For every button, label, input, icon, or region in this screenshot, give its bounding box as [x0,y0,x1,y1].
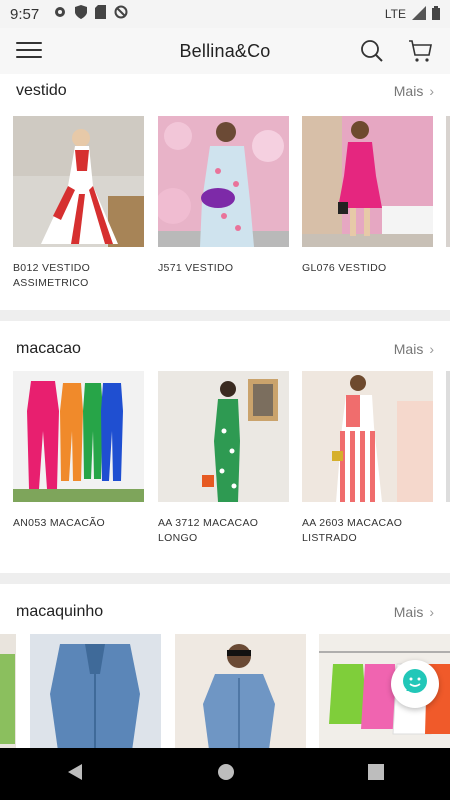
chat-button[interactable] [391,660,439,708]
product-name: AA 3712 MACACAO LONGO [158,517,259,544]
product-image [0,634,16,748]
status-bar: 9:57 LTE [0,0,450,28]
cart-icon[interactable] [407,38,433,64]
more-link[interactable]: Mais › [394,604,434,620]
recents-icon[interactable] [367,763,384,785]
product-card[interactable]: AN053 MACACÃO [13,371,144,531]
product-image [175,634,306,748]
product-image [30,634,161,748]
chevron-right-icon: › [429,83,434,99]
section-vestido: vestido Mais › B012 VESTIDO ASSIMETRICO … [0,74,450,310]
product-card[interactable]: AA 2603 MACACAO LISTRADO [302,371,433,546]
product-card[interactable] [446,371,450,502]
product-image [446,371,450,502]
back-icon[interactable] [66,763,84,786]
home-icon[interactable] [217,763,235,786]
product-image [446,116,450,247]
product-card[interactable] [30,634,161,748]
product-card[interactable] [446,116,450,247]
product-card[interactable]: AA 3712 MACACAO LONGO [158,371,289,546]
section-title: macacao [16,340,81,357]
section-title: macaquinho [16,603,104,620]
signal-icon [412,5,426,23]
battery-icon [432,5,440,23]
product-card[interactable] [175,634,306,748]
app-header: Bellina&Co [0,28,450,74]
product-name: B012 VESTIDO ASSIMETRICO [13,262,91,289]
sd-card-icon [95,5,107,23]
shield-icon [75,5,88,23]
product-image [13,116,144,247]
product-card[interactable]: B012 VESTIDO ASSIMETRICO [13,116,144,291]
product-name: AN053 MACACÃO [13,517,106,529]
product-image [158,116,289,247]
chevron-right-icon: › [429,604,434,620]
product-card[interactable]: GL076 VESTIDO [302,116,433,276]
system-nav-bar [0,748,450,800]
more-link[interactable]: Mais › [394,341,434,357]
more-link[interactable]: Mais › [394,83,434,99]
product-carousel[interactable]: AN053 MACACÃO AA 3712 MACACAO LONGO AA 2… [0,367,450,577]
blocked-icon [114,5,128,23]
product-image [13,371,144,502]
product-card[interactable]: J571 VESTIDO [158,116,289,276]
search-icon[interactable] [360,39,384,63]
section-macaquinho: macaquinho Mais › [0,584,450,748]
section-macacao: macacao Mais › AN053 MACACÃO AA 3712 MAC… [0,321,450,573]
home-content[interactable]: vestido Mais › B012 VESTIDO ASSIMETRICO … [0,74,450,748]
product-name: GL076 VESTIDO [302,262,387,274]
product-carousel[interactable] [0,630,450,748]
status-time: 9:57 [10,5,40,23]
more-label: Mais [393,341,424,357]
network-type: LTE [384,7,406,21]
more-label: Mais [393,604,424,620]
chat-icon [400,667,430,702]
settings-icon [53,5,67,23]
product-carousel[interactable]: B012 VESTIDO ASSIMETRICO J571 VESTIDO GL… [0,108,450,318]
product-image [158,371,289,502]
product-name: AA 2603 MACACAO LISTRADO [302,517,403,544]
product-image [302,371,433,502]
chevron-right-icon: › [429,341,434,357]
product-name: J571 VESTIDO [158,262,234,274]
more-label: Mais [393,83,424,99]
product-card[interactable] [0,634,16,748]
product-image [302,116,433,247]
section-title: vestido [16,82,67,99]
